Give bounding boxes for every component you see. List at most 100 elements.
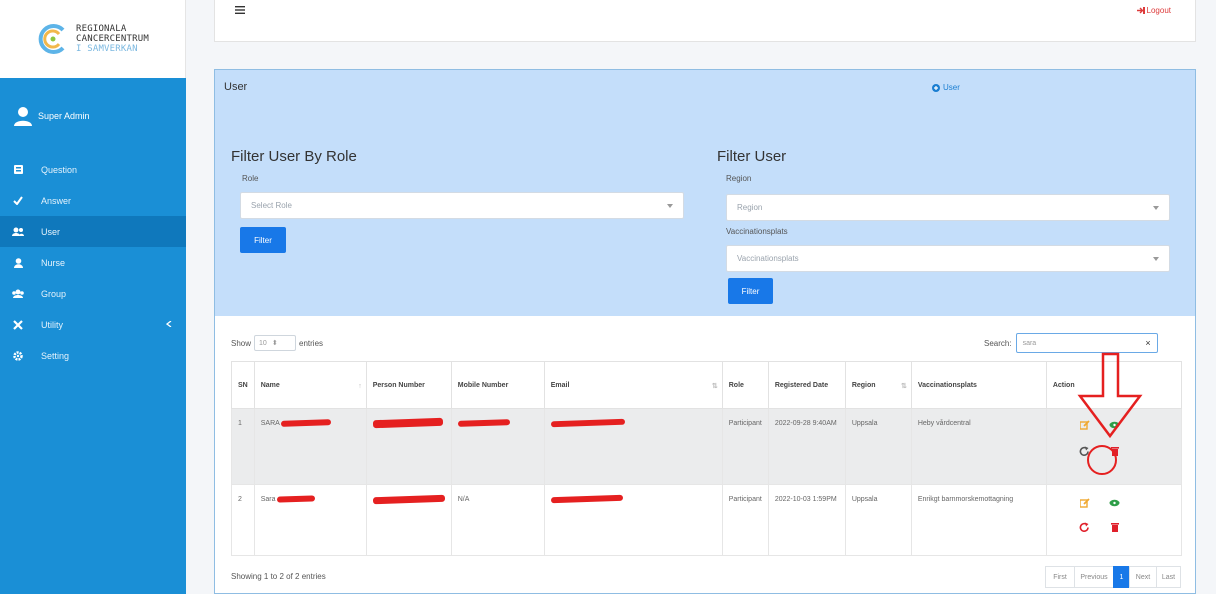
page-next[interactable]: Next <box>1129 566 1157 588</box>
redaction-mark <box>281 419 332 428</box>
col-name-label: Name <box>260 381 280 389</box>
page-last[interactable]: Last <box>1156 566 1181 588</box>
col-region[interactable]: Region ⇅ <box>844 361 912 409</box>
edit-icon[interactable] <box>1079 419 1091 431</box>
cell-date: 2022-09-28 9:40AM <box>767 408 846 485</box>
col-name[interactable]: Name ↑ <box>253 361 367 409</box>
redaction-mark <box>372 417 443 429</box>
col-vaccinationsplats[interactable]: Vaccinationsplats <box>910 361 1047 409</box>
brand-line-1: REGIONALA <box>75 24 127 34</box>
search-value: sara <box>1022 339 1037 347</box>
redaction-mark <box>457 419 510 428</box>
filter-panel: User User Filter User By Role Role Selec… <box>215 70 1195 316</box>
delete-icon[interactable] <box>1109 521 1121 533</box>
chevron-down-icon <box>1153 206 1159 210</box>
entries-select[interactable]: 10 ⬍ <box>254 335 297 351</box>
filter-user-button[interactable]: Filter <box>728 278 773 304</box>
col-person-number-label: Person Number <box>372 381 425 389</box>
clear-icon[interactable]: × <box>1145 338 1150 348</box>
pagination: First Previous 1 Next Last <box>1045 566 1181 588</box>
view-icon[interactable] <box>1109 419 1121 431</box>
sidebar-item-utility[interactable]: Utility <box>0 309 186 340</box>
sidebar-item-setting[interactable]: Setting <box>0 340 186 371</box>
col-role-label: Role <box>728 381 744 389</box>
action-group <box>1053 419 1175 479</box>
col-role[interactable]: Role <box>721 361 769 409</box>
entries-value: 10 <box>259 339 267 347</box>
cell-name: SARA <box>253 408 367 485</box>
col-sn[interactable]: SN <box>231 361 255 409</box>
vaccinationsplats-select-value: Vaccinationsplats <box>737 254 799 263</box>
cell-role: Participant <box>721 408 769 485</box>
redaction-mark <box>550 418 625 428</box>
cell-region: Uppsala <box>844 408 912 485</box>
cell-person-number <box>365 484 452 556</box>
edit-icon[interactable] <box>1079 497 1091 509</box>
cell-name: Sara <box>253 484 367 556</box>
search-box: Search: sara × <box>984 333 1158 353</box>
cell-role: Participant <box>721 484 769 556</box>
tools-icon <box>12 319 24 331</box>
sidebar-nav: Question Answer User Nurse Group Utility… <box>0 154 186 371</box>
cell-email <box>543 484 723 556</box>
vaccinationsplats-select[interactable]: Vaccinationsplats <box>726 245 1170 272</box>
col-person-number[interactable]: Person Number <box>365 361 452 409</box>
logout-link[interactable]: Logout <box>1136 6 1171 15</box>
table-row: 2 Sara N/A Participant 2022-10-03 1:59PM… <box>231 484 1183 556</box>
col-registered-date[interactable]: Registered Date <box>767 361 846 409</box>
redaction-mark <box>372 494 445 504</box>
add-user-label: User <box>943 83 960 92</box>
logo: REGIONALA CANCERCENTRUM I SAMVERKAN <box>36 22 149 56</box>
cell-email <box>543 408 723 485</box>
col-mobile-number[interactable]: Mobile Number <box>450 361 545 409</box>
sidebar-item-nurse[interactable]: Nurse <box>0 247 186 278</box>
sidebar-item-answer[interactable]: Answer <box>0 185 186 216</box>
page-previous[interactable]: Previous <box>1074 566 1114 588</box>
sidebar-item-user[interactable]: User <box>0 216 186 247</box>
role-select[interactable]: Select Role <box>240 192 684 219</box>
reset-password-icon[interactable] <box>1079 521 1091 533</box>
user-name: Super Admin <box>38 111 90 121</box>
sidebar-item-question[interactable]: Question <box>0 154 186 185</box>
col-mobile-number-label: Mobile Number <box>457 381 509 389</box>
col-action: Action <box>1045 361 1183 409</box>
redaction-mark <box>277 495 316 503</box>
logout-icon <box>1136 7 1145 14</box>
delete-icon[interactable] <box>1109 445 1121 457</box>
sidebar-item-group[interactable]: Group <box>0 278 186 309</box>
cell-actions <box>1045 484 1183 556</box>
add-user-button[interactable]: User <box>932 83 960 92</box>
hamburger-icon[interactable] <box>235 6 245 14</box>
user-panel[interactable]: Super Admin <box>0 78 186 154</box>
col-action-label: Action <box>1052 381 1075 389</box>
gear-icon <box>12 350 24 362</box>
chevron-down-icon <box>1153 257 1159 261</box>
region-label: Region <box>726 174 752 183</box>
search-input[interactable]: sara × <box>1015 333 1158 353</box>
cell-name-text: SARA <box>260 420 280 427</box>
chevron-down-icon <box>667 204 673 208</box>
cell-region: Uppsala <box>844 484 912 556</box>
page-1[interactable]: 1 <box>1113 566 1130 588</box>
page-first[interactable]: First <box>1045 566 1075 588</box>
brand[interactable]: REGIONALA CANCERCENTRUM I SAMVERKAN <box>0 0 186 78</box>
reset-password-icon[interactable] <box>1079 445 1091 457</box>
filter-role-button[interactable]: Filter <box>240 227 286 253</box>
table-header-row: SN Name ↑ Person Number Mobile Number Ema… <box>231 361 1183 409</box>
check-icon <box>12 195 24 207</box>
view-icon[interactable] <box>1109 497 1121 509</box>
logo-text: REGIONALA CANCERCENTRUM I SAMVERKAN <box>76 24 149 54</box>
plus-circle-icon <box>932 83 940 92</box>
col-email[interactable]: Email ⇅ <box>543 361 723 409</box>
sidebar-item-label: Setting <box>41 350 70 361</box>
sidebar-item-label: Utility <box>41 319 63 330</box>
topbar: Logout <box>214 0 1196 42</box>
user-icon <box>12 257 24 269</box>
filter-role-heading: Filter User By Role <box>231 148 357 165</box>
users-table: SN Name ↑ Person Number Mobile Number Ema… <box>231 361 1183 556</box>
chevron-left-icon <box>166 321 172 327</box>
col-vaccinationsplats-label: Vaccinationsplats <box>917 381 977 389</box>
filter-user-heading: Filter User <box>717 148 787 165</box>
region-select[interactable]: Region <box>726 194 1170 221</box>
redaction-mark <box>550 494 623 504</box>
